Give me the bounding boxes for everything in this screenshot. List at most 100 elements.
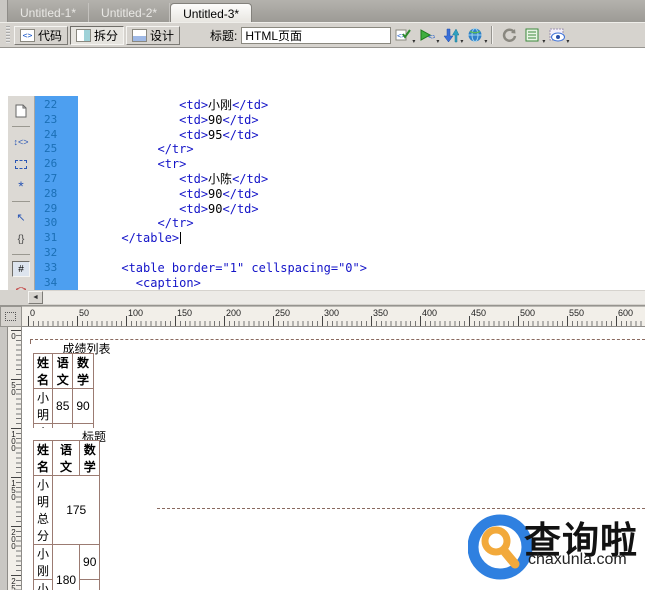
line-number: 22 [44,98,58,111]
code-line[interactable]: <td>90</td> [78,187,645,202]
code-horizontal-scrollbar[interactable]: ◄ [0,290,645,306]
code-line[interactable] [78,246,645,261]
toolbar-divider [12,254,30,255]
line-number: 28 [44,186,58,200]
tab-untitled-2[interactable]: Untitled-2* [89,3,171,22]
preview-debug-button[interactable]: <> ▾ [416,26,439,45]
ruler-label: 100 [9,430,18,451]
toolbar-divider [12,201,30,202]
ruler-label: 600 [618,308,634,318]
ruler-label: 150 [9,479,18,500]
ruler-label: 0 [30,308,36,318]
refresh-icon [502,28,517,42]
document-toolbar: <> 代码 拆分 设计 标题: <> ▾ <> ▾ [0,22,645,48]
code-line[interactable]: </table> [78,231,645,246]
table-cell[interactable]: 85 [52,388,74,424]
table-header-cell[interactable]: 姓名 [32,353,54,389]
visual-aids-eye-icon [549,28,565,41]
code-view-pane[interactable]: ↕<> * ↖ {} # <> » 2223242526272829303132… [0,48,645,338]
table-cell[interactable]: 90 [79,579,101,590]
ruler-label: 50 [9,381,18,395]
expand-all-icon[interactable]: * [11,177,31,195]
collapse-selection-icon[interactable] [11,155,31,173]
validate-markup-button[interactable]: <> ▾ [392,26,415,45]
balance-braces-icon[interactable]: {} [11,230,31,248]
line-number: 31 [44,231,58,245]
table-cell[interactable]: 小明总分 [32,475,54,545]
table-header-cell[interactable]: 语文 [52,353,74,389]
vertical-ruler: 0 50 100 150 200 250 [8,327,22,590]
visual-aids-button[interactable]: ▾ [546,26,569,45]
file-management-button[interactable]: ▾ [440,26,463,45]
watermark-domain-text: chaxunla.com [528,551,627,568]
split-view-icon [76,28,92,42]
code-line[interactable]: <td>小刚</td> [78,98,645,113]
table-cell[interactable]: 90 [72,388,94,424]
document-title-input[interactable] [241,26,392,44]
select-parent-tag-icon[interactable]: ↖ [11,208,31,226]
split-view-label: 拆分 [94,28,119,43]
toolbar-divider [12,126,30,127]
validate-markup-icon: <> [395,29,412,41]
open-documents-icon[interactable] [11,102,31,120]
code-line[interactable]: <tr> [78,157,645,172]
table-header-cell[interactable]: 姓名 [32,440,54,476]
design-view-button[interactable]: 设计 [126,25,181,45]
ruler-label: 350 [373,308,389,318]
ruler-label: 50 [79,308,90,318]
title-label: 标题: [210,28,238,43]
ruler-label: 400 [422,308,438,318]
toolbar-grip[interactable] [6,26,10,44]
refresh-button[interactable] [498,26,520,45]
ruler-label: 0 [9,332,18,339]
preview-in-browser-button[interactable]: ▾ [464,26,487,45]
ruler-label: 300 [324,308,340,318]
split-view-button[interactable]: 拆分 [70,25,125,45]
code-line[interactable]: </tr> [78,216,645,231]
window-edge [0,0,8,22]
code-line[interactable]: <td>90</td> [78,113,645,128]
table-cell[interactable]: 175 [52,475,101,545]
table-header-cell[interactable]: 数学 [72,353,94,389]
tab-untitled-1[interactable]: Untitled-1* [8,3,90,22]
ruler-label: 100 [128,308,144,318]
document-tab-bar: Untitled-1* Untitled-2* Untitled-3* [0,0,645,22]
design-view-pane[interactable]: 成绩列表 姓名语文数学小明8590小刚9095小陈9090 标题 姓名语文数学小… [22,327,645,590]
tab-untitled-3[interactable]: Untitled-3* [170,3,253,22]
table-cell[interactable]: 小明 [32,388,54,424]
line-numbers-icon[interactable]: # [12,261,30,277]
ruler-label: 200 [226,308,242,318]
code-line[interactable]: <td>95</td> [78,128,645,143]
code-view-icon: <> [20,28,35,42]
code-line[interactable]: <td>90</td> [78,202,645,217]
collapse-full-tag-icon[interactable]: ↕<> [11,133,31,151]
ruler-label: 200 [9,528,18,549]
file-management-icon [443,27,460,42]
table-header-cell[interactable]: 数学 [79,440,101,476]
line-number: 26 [44,157,58,171]
code-line[interactable]: </tr> [78,142,645,157]
line-number: 34 [44,275,58,289]
table-cell[interactable]: 180 [52,544,81,590]
dreamweaver-window: Untitled-1* Untitled-2* Untitled-3* <> 代… [0,0,645,590]
globe-icon [468,27,482,42]
table-header-cell[interactable]: 语文 [52,440,81,476]
ruler-label: 450 [471,308,487,318]
line-number: 24 [44,127,58,141]
view-options-button[interactable]: ▾ [522,26,545,45]
line-number: 25 [44,142,58,156]
ruler-origin-corner[interactable] [0,306,22,327]
code-line[interactable]: <caption> [78,276,645,291]
toolbar-separator [491,26,494,44]
scroll-left-arrow-icon[interactable]: ◄ [28,291,43,304]
code-view-button[interactable]: <> 代码 [14,25,69,45]
code-view-label: 代码 [38,28,63,43]
code-line[interactable]: <table border="1" cellspacing="0"> [78,261,645,276]
code-line[interactable]: <td>小陈</td> [78,172,645,187]
scrollbar-track[interactable] [28,291,645,304]
line-number: 29 [44,201,58,215]
table-cell[interactable]: 小陈 [32,579,54,590]
table-cell[interactable]: 小刚 [32,544,54,580]
table-cell[interactable]: 90 [79,544,101,580]
ruler-label: 250 [275,308,291,318]
